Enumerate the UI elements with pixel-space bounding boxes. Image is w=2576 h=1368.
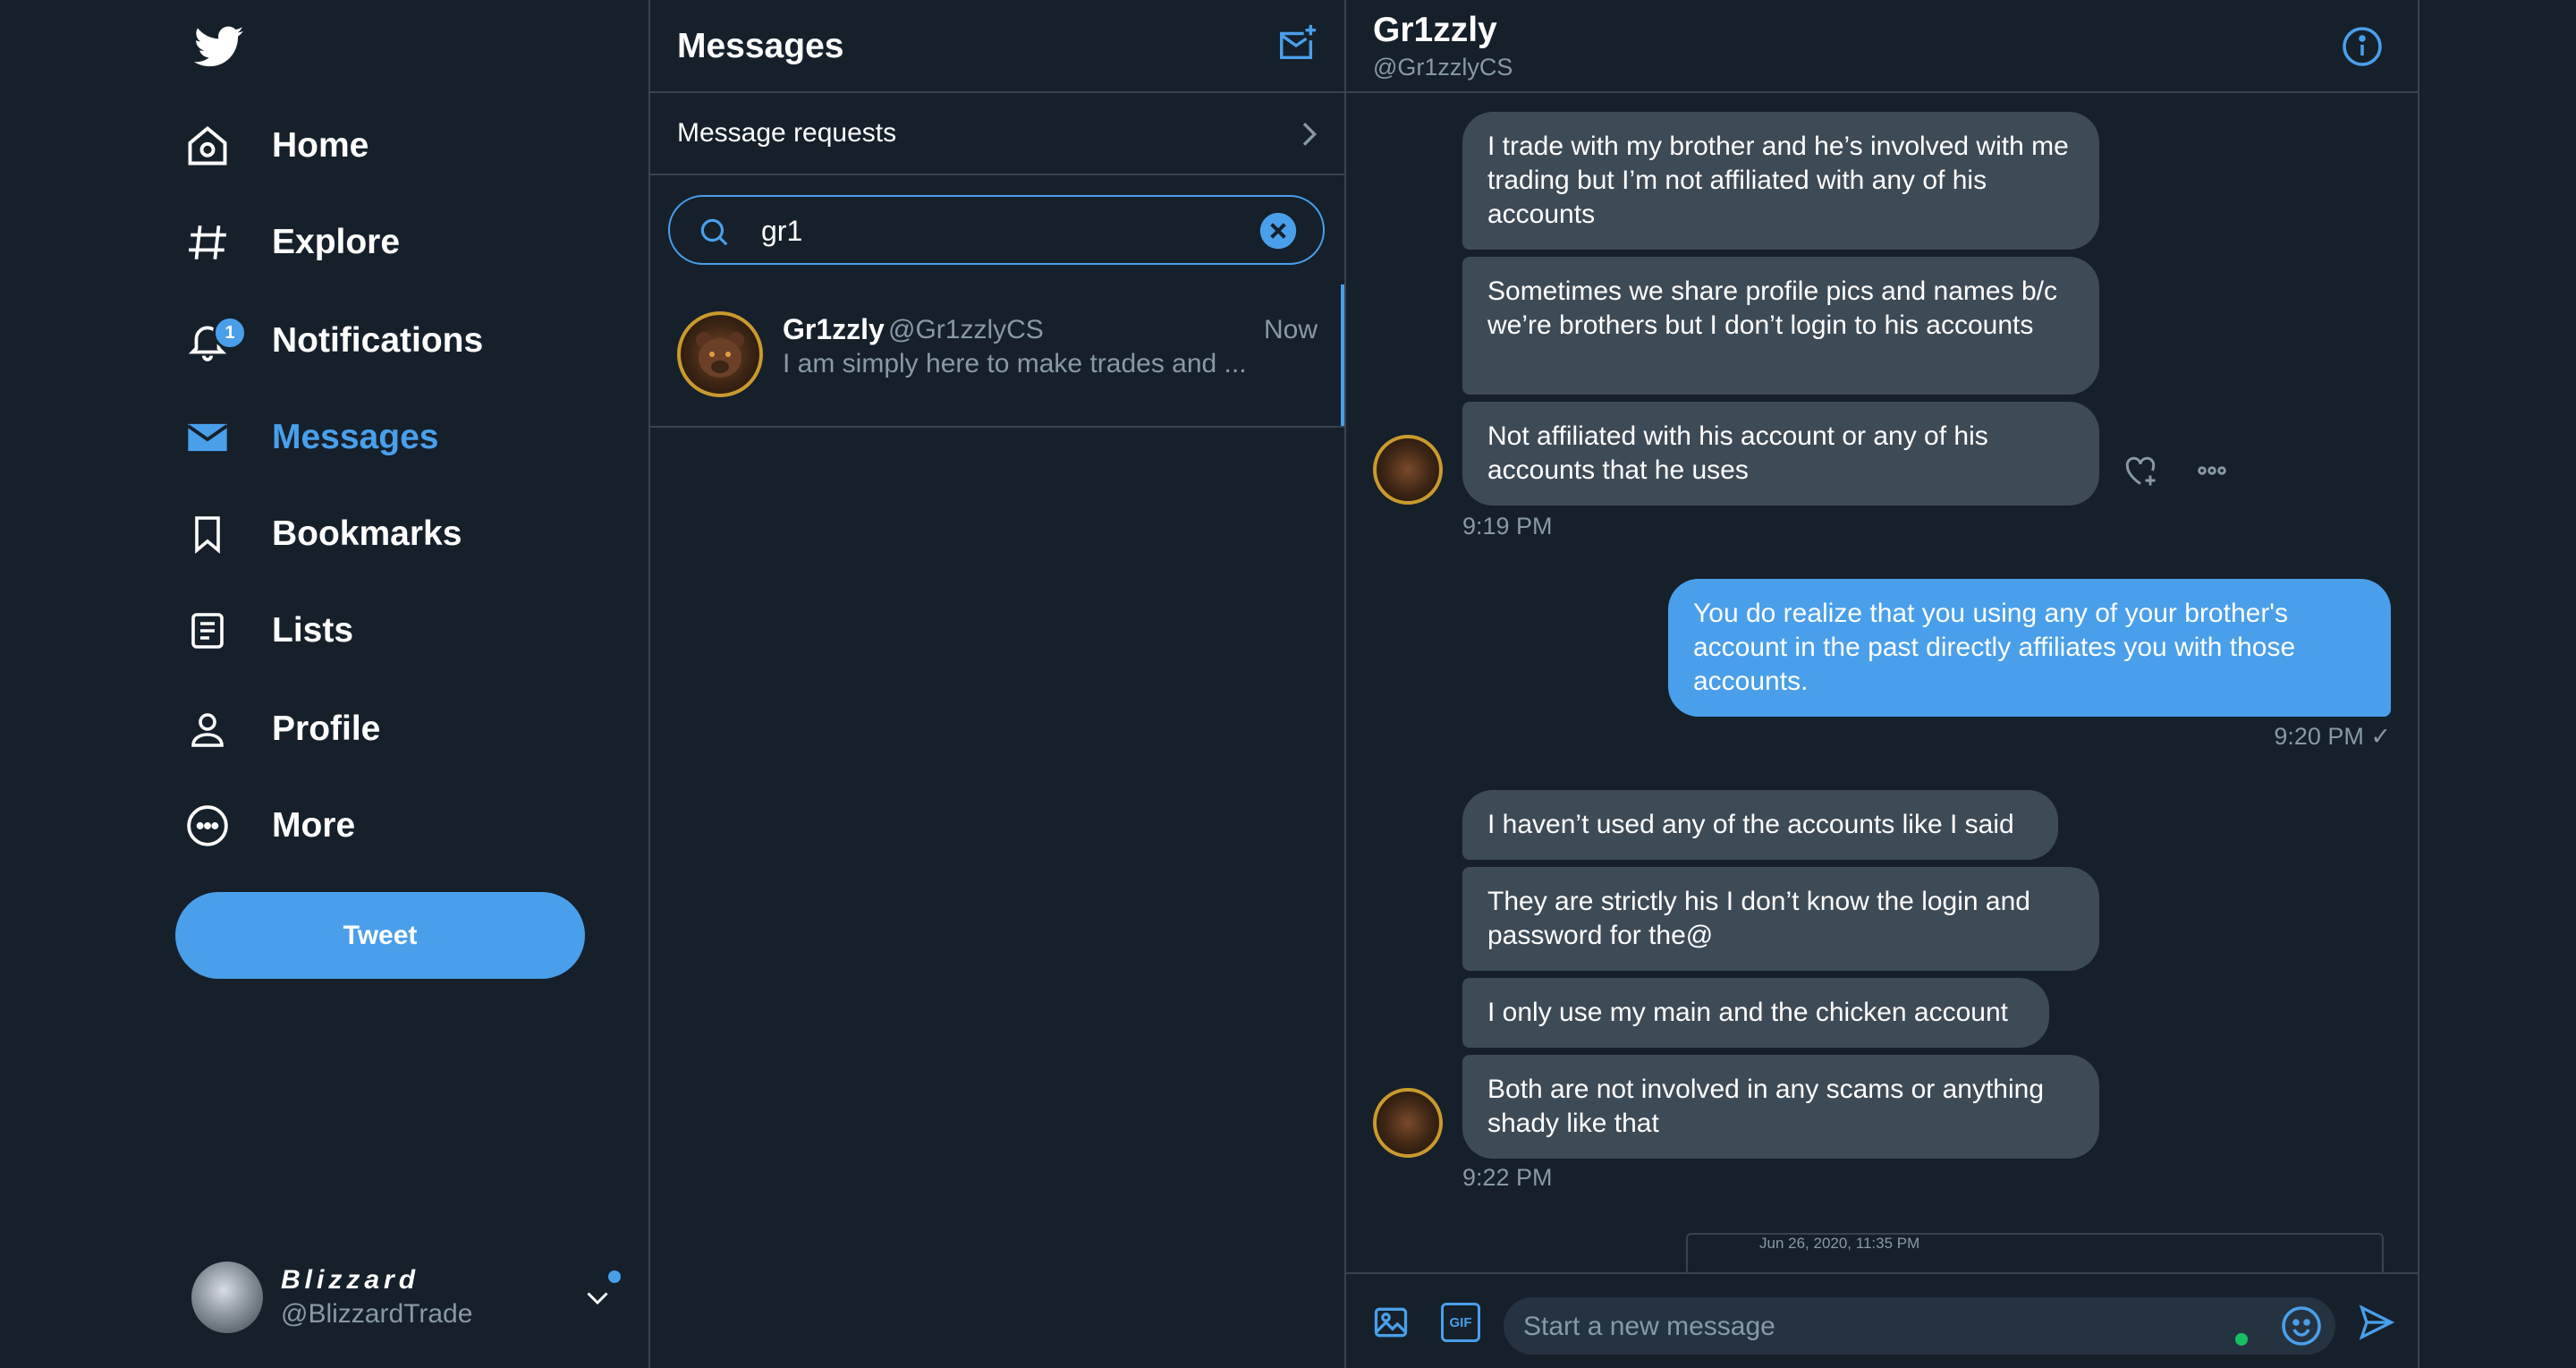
avatar <box>677 311 763 397</box>
nav-notifications-label: Notifications <box>272 321 484 360</box>
message-bubble[interactable]: I haven’t used any of the accounts like … <box>1462 790 2058 860</box>
message-bubble-sent[interactable]: You do realize that you using any of you… <box>1668 579 2391 717</box>
message-bubble[interactable]: I trade with my brother and he’s involve… <box>1462 112 2099 250</box>
message-composer: GIF <box>1346 1272 2418 1368</box>
status-dot <box>2235 1333 2248 1346</box>
nav-lists[interactable]: Lists <box>175 590 353 672</box>
conversation-pane: Gr1zzly @Gr1zzlyCS I trade with my broth… <box>1346 0 2419 1368</box>
bookmark-icon <box>175 502 240 566</box>
nav-messages[interactable]: Messages <box>175 396 438 479</box>
message-timestamp: 9:22 PM <box>1462 1164 1553 1191</box>
bell-icon: 1 <box>175 309 247 373</box>
search-input[interactable] <box>759 208 1210 254</box>
composer-box <box>1504 1297 2335 1355</box>
nav-lists-label: Lists <box>272 611 354 650</box>
bear-icon <box>696 332 744 378</box>
nav-profile[interactable]: Profile <box>175 688 380 770</box>
avatar[interactable] <box>1373 1088 1443 1158</box>
message-timestamp: 9:20 PM ✓ <box>2274 723 2391 750</box>
unread-dot <box>608 1270 621 1283</box>
conversation-title[interactable]: Gr1zzly <box>1373 11 1497 50</box>
nav-explore-label: Explore <box>272 223 401 261</box>
conversation-handle: @Gr1zzlyCS <box>1373 54 1513 81</box>
twitter-logo-icon[interactable] <box>191 21 247 72</box>
person-icon <box>175 697 240 761</box>
search-icon <box>700 218 728 246</box>
quoted-card[interactable]: Jun 26, 2020, 11:35 PM <box>1686 1233 2384 1273</box>
conversation-name: Gr1zzly <box>783 313 885 345</box>
image-icon[interactable] <box>1371 1303 1411 1342</box>
new-message-icon[interactable] <box>1276 23 1318 64</box>
tweet-button[interactable]: Tweet <box>175 892 585 979</box>
send-icon[interactable] <box>2357 1303 2396 1342</box>
conversation-time: Now <box>1263 315 1318 344</box>
emoji-icon[interactable] <box>2280 1304 2323 1347</box>
account-handle: @BlizzardTrade <box>281 1299 473 1329</box>
right-gutter <box>2419 0 2576 1368</box>
message-bubble[interactable]: Not affiliated with his account or any o… <box>1462 402 2099 506</box>
nav-home[interactable]: Home <box>175 105 369 187</box>
quoted-date: Jun 26, 2020, 11:35 PM <box>1759 1235 1920 1252</box>
message-bubble[interactable]: Both are not involved in any scams or an… <box>1462 1055 2099 1159</box>
selected-indicator <box>1341 285 1344 426</box>
conversation-handle: @Gr1zzlyCS <box>888 315 1044 344</box>
add-reaction-icon[interactable] <box>2121 451 2160 490</box>
envelope-icon <box>175 405 240 470</box>
nav-more[interactable]: More <box>175 785 355 867</box>
list-icon <box>175 599 240 663</box>
more-horizontal-icon[interactable] <box>2192 451 2232 490</box>
twitter-app: Home Explore 1 Notifications Messages Bo… <box>0 0 2576 1368</box>
nav-bookmarks-label: Bookmarks <box>272 514 462 553</box>
message-bubble[interactable]: They are strictly his I don’t know the l… <box>1462 867 2099 971</box>
conversation-preview: I am simply here to make trades and ... <box>783 349 1247 378</box>
message-requests-row[interactable]: Message requests <box>650 93 1344 175</box>
nav-messages-label: Messages <box>272 418 439 456</box>
message-requests-label: Message requests <box>677 118 897 148</box>
notification-badge: 1 <box>213 316 247 350</box>
messages-column: Messages Message requests Gr1zzly @Gr1zz… <box>650 0 1346 1368</box>
nav-bookmarks[interactable]: Bookmarks <box>175 493 462 575</box>
avatar[interactable] <box>1373 435 1443 505</box>
hashtag-icon <box>175 210 240 275</box>
home-icon <box>175 114 240 178</box>
conversation-header: Gr1zzly @Gr1zzlyCS <box>1346 0 2418 93</box>
primary-nav: Home Explore 1 Notifications Messages Bo… <box>0 0 650 1368</box>
gif-icon[interactable]: GIF <box>1441 1303 1480 1342</box>
message-bubble[interactable]: I only use my main and the chicken accou… <box>1462 978 2049 1048</box>
nav-home-label: Home <box>272 126 369 165</box>
account-name: Blizzard <box>281 1265 420 1295</box>
account-switcher[interactable]: Blizzard @BlizzardTrade <box>191 1253 630 1342</box>
search-box <box>668 195 1325 265</box>
more-circle-icon <box>175 794 240 858</box>
page-title: Messages <box>677 27 844 65</box>
chevron-right-icon <box>1302 123 1318 146</box>
message-timestamp: 9:19 PM <box>1462 513 1553 540</box>
nav-explore[interactable]: Explore <box>175 201 400 284</box>
clear-search-icon[interactable] <box>1258 211 1298 251</box>
avatar <box>191 1262 263 1333</box>
message-input[interactable] <box>1521 1304 2205 1349</box>
message-bubble[interactable]: Sometimes we share profile pics and name… <box>1462 257 2099 395</box>
nav-more-label: More <box>272 806 356 845</box>
nav-notifications[interactable]: 1 Notifications <box>175 300 483 382</box>
messages-header: Messages <box>650 0 1344 93</box>
nav-profile-label: Profile <box>272 709 381 748</box>
conversation-item[interactable]: Gr1zzly @Gr1zzlyCS Now I am simply here … <box>650 285 1344 428</box>
chevron-down-icon[interactable] <box>581 1281 614 1313</box>
info-icon[interactable] <box>2341 25 2384 68</box>
